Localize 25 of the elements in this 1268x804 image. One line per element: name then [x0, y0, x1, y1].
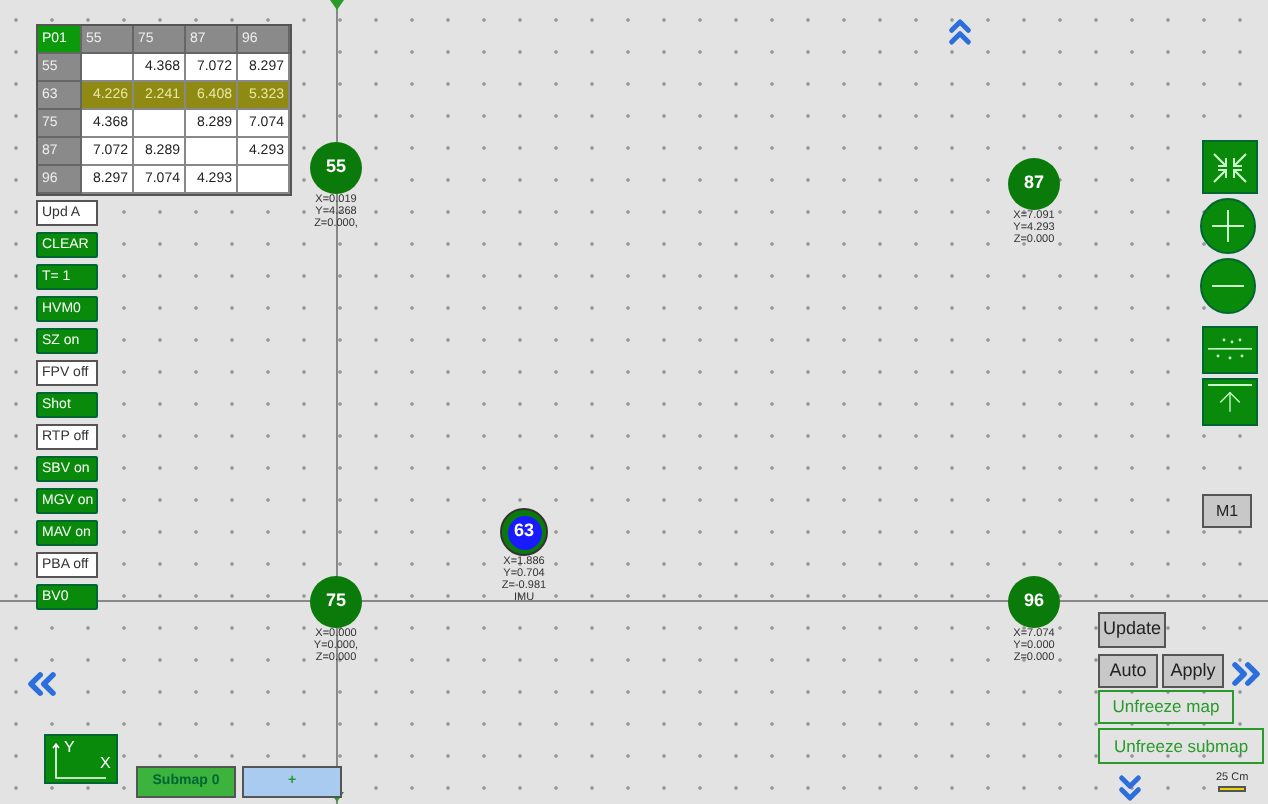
- axes-indicator[interactable]: Y X: [44, 734, 118, 784]
- auto-button[interactable]: Auto: [1098, 654, 1158, 688]
- arrows-inward-icon: [1208, 147, 1252, 187]
- fit-view-button[interactable]: [1202, 140, 1258, 194]
- zoom-out-button[interactable]: [1200, 258, 1256, 314]
- anchor-node[interactable]: 55: [310, 142, 362, 194]
- scale-bar: [1218, 786, 1247, 792]
- update-button[interactable]: Update: [1098, 612, 1166, 648]
- apply-button[interactable]: Apply: [1162, 654, 1224, 688]
- plus-icon: [1210, 208, 1246, 244]
- points-view-button[interactable]: [1202, 326, 1258, 374]
- anchor-node[interactable]: 87: [1008, 158, 1060, 210]
- zoom-in-button[interactable]: [1200, 198, 1256, 254]
- axis-end-marker: [330, 0, 344, 10]
- unfreeze-map-button[interactable]: Unfreeze map: [1098, 690, 1234, 724]
- minus-icon: [1210, 282, 1246, 290]
- arrow-up-icon: [1214, 386, 1246, 418]
- imu-node[interactable]: 63: [500, 508, 548, 556]
- axis-label: Y: [64, 738, 75, 756]
- unfreeze-submap-button[interactable]: Unfreeze submap: [1098, 728, 1264, 764]
- anchor-node[interactable]: 75: [310, 576, 362, 628]
- m1-button[interactable]: M1: [1202, 494, 1252, 528]
- anchor-node[interactable]: 96: [1008, 576, 1060, 628]
- axis-label: X: [100, 754, 111, 772]
- top-view-button[interactable]: [1202, 378, 1258, 426]
